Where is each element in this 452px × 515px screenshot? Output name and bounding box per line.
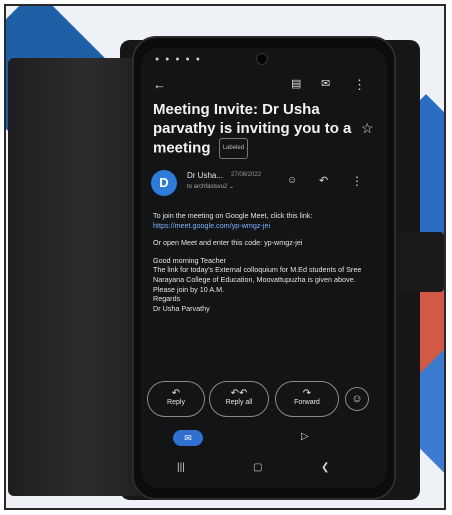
forward-icon: ↷ — [302, 388, 312, 399]
reply-all-button[interactable]: ↶↶ Reply all — [209, 381, 269, 417]
wallet-case-strap — [396, 232, 444, 292]
recipient-text: to archfaslsvu2 — [187, 184, 228, 190]
reply-label: Reply — [167, 399, 185, 406]
status-bar: ● ● ● ● ● — [155, 56, 202, 63]
back-nav-icon[interactable]: ❮ — [321, 462, 329, 473]
mail-tab-icon[interactable]: ✉ — [173, 430, 203, 446]
message-text: The link for today's External colloquium… — [153, 265, 362, 294]
home-icon[interactable]: ▢ — [253, 462, 262, 473]
body-code-text: Or open Meet and enter this code: yp-wmg… — [153, 238, 303, 248]
front-camera — [257, 54, 267, 64]
more-vert-icon[interactable]: ⋮ — [351, 175, 363, 187]
reply-button[interactable]: ↶ Reply — [147, 381, 205, 417]
back-arrow-icon[interactable]: ← — [153, 78, 166, 91]
bottom-nav: ✉ ▷ — [141, 428, 387, 452]
archive-icon[interactable]: ▤ — [291, 79, 301, 90]
reply-actions: ↶ Reply ↶↶ Reply all ↷ Forward ☺ — [141, 381, 387, 421]
forward-label: Forward — [294, 399, 320, 406]
system-nav-bar: ||| ▢ ❮ — [141, 462, 387, 482]
emoji-icon[interactable]: ☺ — [287, 176, 297, 186]
emoji-react-button[interactable]: ☺ — [345, 387, 369, 411]
sender-row: D Dr Usha... 27/08/2022 to archfaslsvu2 … — [141, 168, 387, 204]
email-body: To join the meeting on Google Meet, clic… — [153, 211, 375, 321]
wallet-case-flap — [8, 58, 140, 496]
phone-screen: ● ● ● ● ● ← ▤ ✉ ⋮ Meeting Invite: Dr Ush… — [141, 48, 387, 488]
reply-all-icon: ↶↶ — [230, 388, 248, 399]
mail-icon[interactable]: ✉ — [321, 79, 330, 90]
email-subject-text: Meeting Invite: Dr Usha parvathy is invi… — [153, 101, 352, 157]
sender-name: Dr Usha... — [187, 171, 224, 180]
body-join-text: To join the meeting on Google Meet, clic… — [153, 211, 313, 220]
more-vert-icon[interactable]: ⋮ — [353, 78, 366, 91]
label-tag[interactable]: Labeled — [218, 138, 249, 159]
email-subject: Meeting Invite: Dr Usha parvathy is invi… — [153, 100, 353, 159]
regards-text: Regards — [153, 294, 181, 304]
star-icon[interactable]: ☆ — [361, 120, 374, 137]
forward-button[interactable]: ↷ Forward — [275, 381, 339, 417]
signature-text: Dr Usha Parvathy — [153, 303, 210, 313]
greeting-text: Good morning Teacher — [153, 255, 226, 265]
email-toolbar: ← ▤ ✉ ⋮ — [141, 74, 387, 98]
reply-all-label: Reply all — [225, 399, 253, 406]
avatar[interactable]: D — [151, 170, 177, 196]
recents-icon[interactable]: ||| — [177, 462, 185, 473]
recipient-line[interactable]: to archfaslsvu2 ⌄ — [187, 183, 234, 190]
video-icon[interactable]: ▷ — [301, 431, 309, 442]
reply-icon: ↶ — [171, 388, 181, 399]
sender-date: 27/08/2022 — [231, 172, 262, 178]
reply-icon[interactable]: ↶ — [319, 176, 328, 187]
meet-link[interactable]: https://meet.google.com/yp-wmgz-jei — [153, 221, 270, 230]
